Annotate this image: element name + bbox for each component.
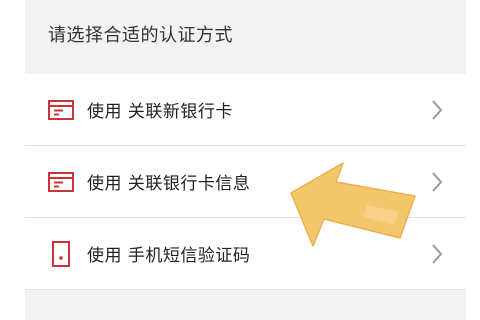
option-text: 关联新银行卡 xyxy=(127,102,233,122)
option-prefix: 使用 xyxy=(87,102,122,122)
option-sms-verification[interactable]: 使用 手机短信验证码 xyxy=(25,218,466,290)
option-linked-bank-card-info[interactable]: 使用 关联银行卡信息 xyxy=(25,146,466,218)
bottom-spacer xyxy=(25,290,466,320)
option-label: 使用 关联银行卡信息 xyxy=(87,169,250,194)
right-margin xyxy=(466,0,480,320)
verification-method-screen: 请选择合适的认证方式 使用 关联新银行卡 使用 关联银行卡信息 使用 手机短信验… xyxy=(0,0,480,320)
phone-icon xyxy=(48,240,74,267)
option-text: 手机短信验证码 xyxy=(127,246,251,266)
panel-header: 请选择合适的认证方式 xyxy=(25,0,466,74)
page-title: 请选择合适的认证方式 xyxy=(48,25,233,46)
option-prefix: 使用 xyxy=(87,174,122,194)
left-margin xyxy=(0,0,25,320)
option-new-bank-card[interactable]: 使用 关联新银行卡 xyxy=(25,74,466,146)
option-prefix: 使用 xyxy=(87,246,122,266)
option-label: 使用 关联新银行卡 xyxy=(87,97,233,122)
verification-panel: 请选择合适的认证方式 使用 关联新银行卡 使用 关联银行卡信息 使用 手机短信验… xyxy=(25,0,466,320)
chevron-right-icon xyxy=(430,99,444,121)
bank-card-icon xyxy=(48,171,74,193)
bank-card-icon xyxy=(48,99,74,121)
option-label: 使用 手机短信验证码 xyxy=(87,241,250,266)
chevron-right-icon xyxy=(430,171,444,193)
chevron-right-icon xyxy=(430,243,444,265)
option-text: 关联银行卡信息 xyxy=(127,174,251,194)
